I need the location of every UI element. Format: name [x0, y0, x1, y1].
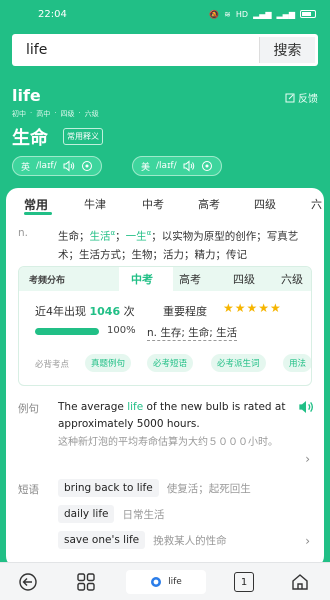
tab-gaokao[interactable]: 高考	[198, 196, 220, 212]
level-tag: 六级	[84, 110, 99, 118]
replay-icon[interactable]	[201, 160, 213, 172]
exam-tab-zhongkao[interactable]: 中考	[131, 271, 153, 287]
current-tab[interactable]: life	[126, 570, 206, 594]
pron-uk-label: 英	[21, 162, 31, 173]
progress-fill	[35, 328, 99, 335]
exam-tab-cet6[interactable]: 六级	[281, 271, 303, 287]
frequency-count: 1046	[89, 305, 121, 318]
edit-icon	[285, 93, 295, 102]
grid-icon[interactable]	[76, 572, 96, 592]
pron-us[interactable]: 美 /laɪf/	[132, 156, 222, 176]
phrase-item[interactable]: bring back to life 使复活；起死回生	[58, 479, 251, 497]
tab-common[interactable]: 常用	[24, 196, 48, 213]
tab-oxford[interactable]: 牛津	[84, 196, 106, 212]
pron-uk[interactable]: 英 /laɪf/	[12, 156, 102, 176]
exam-frequency: 近4年出现 1046 次	[35, 305, 135, 318]
pron-us-label: 美	[141, 162, 151, 173]
search-bar: life 搜索	[12, 34, 318, 66]
speaker-icon[interactable]	[298, 399, 314, 415]
phrase-en: save one's life	[58, 531, 146, 549]
battery-icon	[300, 10, 316, 18]
signal-icon: ▂▄▆	[276, 9, 295, 19]
exam-frequency-panel: 考频分布 中考 高考 四级 六级 近4年出现 1046 次 重要程度 ★★★★★…	[18, 266, 312, 386]
definition-link[interactable]: 一生	[126, 231, 147, 243]
chevron-right-icon[interactable]: ›	[305, 534, 310, 548]
phrase-item[interactable]: daily life 日常生活	[58, 505, 164, 523]
tabs-count: 1	[240, 576, 248, 588]
example-sentence: The average life of the new bulb is rate…	[58, 401, 286, 430]
mute-icon: 🔕	[209, 9, 220, 19]
level-tag: 四级	[60, 110, 75, 118]
progress-bar	[35, 328, 99, 335]
phrase-item[interactable]: save one's life 挽救某人的性命	[58, 531, 227, 549]
exam-definition: n. 生存; 生命; 生活	[147, 327, 238, 341]
tab-zhongkao[interactable]: 中考	[142, 196, 164, 212]
pron-uk-ipa: /laɪf/	[36, 161, 57, 171]
definition-text: 生命；生活α；一生α；以实物为原型的创作；写真艺术；生活方式；生物；活力；精力；…	[58, 229, 299, 261]
definition: n. 生命；生活α；一生α；以实物为原型的创作；写真艺术；生活方式；生物；活力；…	[18, 224, 318, 264]
tab-cet4[interactable]: 四级	[254, 196, 276, 212]
speaker-icon[interactable]	[63, 160, 75, 172]
exam-tab-gaokao[interactable]: 高考	[179, 271, 201, 287]
phrase-en: daily life	[58, 505, 115, 523]
phrase-cn: 使复活；起死回生	[166, 482, 251, 495]
wifi-icon: ≋	[224, 9, 231, 19]
tabs-count-button[interactable]: 1	[234, 572, 254, 592]
importance-label: 重要程度	[163, 305, 207, 318]
phrase-en: bring back to life	[58, 479, 159, 497]
must-pill[interactable]: 必考派生词	[211, 354, 266, 372]
dictionary-card: 常用 牛津 中考 高考 四级 六 n. 生命；生活α；一生α；以实物为原型的创作…	[6, 188, 324, 568]
home-icon[interactable]	[290, 572, 310, 592]
level-tag: 高中	[36, 110, 51, 118]
phrase-cn: 日常生活	[122, 508, 165, 521]
dict-tabs: 常用 牛津 中考 高考 四级 六	[6, 196, 324, 218]
level-tags: 初中 · 高中 · 四级 · 六级	[12, 109, 99, 118]
feedback-button[interactable]: 反馈	[285, 90, 318, 105]
importance-stars: ★★★★★	[223, 301, 282, 315]
search-input[interactable]: life	[12, 42, 259, 58]
example-highlight: life	[127, 401, 144, 413]
example-label: 例句	[18, 403, 39, 415]
signal-icon: ▂▄▆	[253, 9, 272, 19]
back-icon[interactable]	[18, 572, 38, 592]
speaker-icon[interactable]	[183, 160, 195, 172]
exam-title: 考频分布	[29, 276, 66, 286]
hd-icon: HD	[235, 9, 249, 19]
headword: life	[12, 86, 41, 105]
status-time: 22:04	[38, 8, 67, 20]
level-tag: 初中	[12, 110, 26, 118]
phrases-label: 短语	[18, 484, 39, 496]
status-bar: 22:04 🔕 ≋ HD ▂▄▆ ▂▄▆	[0, 0, 330, 28]
example-translation: 这种新灯泡的平均寿命估算为大约５０００小时。	[58, 437, 278, 448]
exam-tab-cet4[interactable]: 四级	[233, 271, 255, 287]
replay-icon[interactable]	[81, 160, 93, 172]
chevron-right-icon[interactable]: ›	[305, 452, 310, 466]
search-button[interactable]: 搜索	[259, 37, 315, 63]
must-pill[interactable]: 真题例句	[85, 354, 132, 372]
browser-icon	[151, 577, 162, 587]
tab-cet6[interactable]: 六	[311, 196, 322, 212]
must-label: 必背考点	[35, 360, 70, 370]
status-icons: 🔕 ≋ HD ▂▄▆ ▂▄▆	[209, 10, 316, 19]
feedback-label: 反馈	[298, 94, 318, 105]
meaning-tag: 常用释义	[63, 128, 103, 145]
pron-us-ipa: /laɪf/	[156, 161, 177, 171]
must-pill[interactable]: 必考短语	[147, 354, 194, 372]
bottom-nav: life 1	[0, 562, 330, 600]
current-tab-label: life	[168, 577, 182, 587]
primary-meaning: 生命	[12, 128, 48, 149]
active-tab-indicator	[24, 212, 52, 215]
progress-label: 100%	[107, 325, 136, 336]
must-pill[interactable]: 用法	[283, 354, 311, 372]
part-of-speech: n.	[18, 227, 28, 239]
phrase-cn: 挽救某人的性命	[153, 534, 227, 547]
definition-link[interactable]: 生活	[90, 231, 111, 243]
